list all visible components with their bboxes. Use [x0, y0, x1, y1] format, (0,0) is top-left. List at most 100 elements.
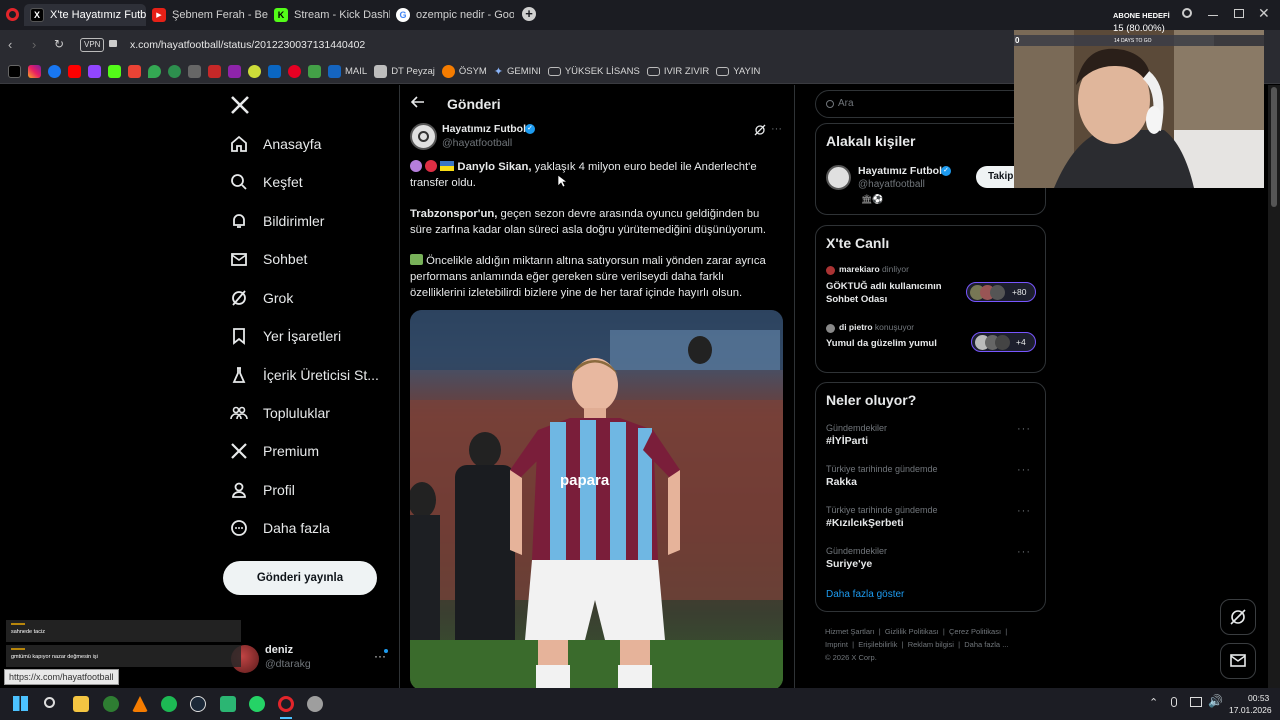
app-icon[interactable] — [220, 696, 236, 712]
reload-icon[interactable]: ↻ — [54, 37, 64, 51]
twitch-bookmark-icon[interactable] — [88, 65, 101, 78]
footer-link[interactable]: Reklam bilgisi — [908, 640, 954, 649]
post-image[interactable]: papara — [410, 310, 783, 688]
network-icon[interactable] — [1190, 697, 1202, 707]
mail-icon — [231, 253, 247, 266]
sidebar-item-communities[interactable]: Topluluklar — [229, 396, 330, 430]
space-item[interactable]: marekiaro dinliyor GÖKTUĞ adlı kullanıcı… — [826, 264, 1036, 312]
messages-floating-button[interactable] — [1220, 643, 1256, 679]
space-item[interactable]: di pietro konuşuyor Yumul da güzelim yum… — [826, 322, 1036, 362]
footer-link[interactable]: Daha fazla ... — [964, 640, 1008, 649]
tab-youtube[interactable]: ▶ Şebnem Ferah - Ben Şarkı — [146, 4, 268, 26]
url-field[interactable]: x.com/hayatfootball/status/2012230037131… — [130, 39, 365, 51]
footer-link[interactable]: Çerez Politikası — [949, 627, 1001, 636]
opera-logo-icon[interactable] — [6, 8, 19, 21]
taskbar-search-icon[interactable] — [44, 697, 55, 708]
trend-item[interactable]: Gündemdekiler #İYİParti ··· — [826, 423, 1041, 455]
back-icon[interactable]: ‹ — [8, 37, 12, 52]
steam-icon[interactable] — [190, 696, 206, 712]
sidebar-item-chat[interactable]: Sohbet — [229, 242, 307, 276]
show-more-link[interactable]: Daha fazla göster — [826, 589, 904, 600]
sidebar-item-explore[interactable]: Keşfet — [229, 165, 303, 199]
more-icon[interactable]: ··· — [1017, 423, 1031, 435]
bookmark-ivir-zivir[interactable]: IVIR ZIVIR — [646, 66, 709, 77]
tab-google[interactable]: G ozempic nedir - Google'd — [390, 4, 514, 26]
dollar-bookmark-icon[interactable] — [168, 65, 181, 78]
file-explorer-icon[interactable] — [73, 696, 89, 712]
kick-bookmark-icon[interactable] — [108, 65, 121, 78]
settings-icon[interactable] — [307, 696, 323, 712]
author-avatar[interactable] — [410, 123, 437, 150]
facebook-bookmark-icon[interactable] — [48, 65, 61, 78]
vlc-icon[interactable] — [132, 696, 148, 712]
bookmark-gemini[interactable]: ✦ GEMINI — [494, 65, 541, 78]
maps-bookmark-icon[interactable] — [148, 65, 161, 78]
pinterest-bookmark-icon[interactable] — [288, 65, 301, 78]
spotify-icon[interactable] — [161, 696, 177, 712]
grok-floating-button[interactable] — [1220, 599, 1256, 635]
bookmark-yayin[interactable]: YAYIN — [716, 66, 760, 77]
more-icon[interactable]: ··· — [1017, 505, 1031, 517]
gmail-bookmark-icon[interactable] — [128, 65, 141, 78]
sidebar-item-premium[interactable]: Premium — [229, 434, 319, 468]
sidebar-item-grok[interactable]: Grok — [229, 281, 293, 315]
related-name[interactable]: Hayatımız Futbol — [858, 165, 942, 177]
opera-taskbar-icon[interactable] — [278, 696, 294, 712]
app-bookmark-icon[interactable] — [208, 65, 221, 78]
footer-link[interactable]: Hizmet Şartları — [825, 627, 875, 636]
trend-item[interactable]: Türkiye tarihinde gündemde #KızılcıkŞerb… — [826, 505, 1041, 537]
windows-start-icon[interactable] — [13, 696, 28, 711]
bookmark-yuksek-lisans[interactable]: YÜKSEK LİSANS — [547, 66, 640, 77]
sidebar-item-more[interactable]: Daha fazla — [229, 511, 330, 545]
forward-icon[interactable]: › — [32, 37, 36, 52]
x-logo-icon[interactable] — [230, 95, 250, 115]
bookmark-osym[interactable]: ÖSYM — [441, 65, 487, 78]
instagram-bookmark-icon[interactable] — [28, 65, 41, 78]
sidebar-item-notifications[interactable]: Bildirimler — [229, 204, 324, 238]
clock-time[interactable]: 00:53 — [1248, 693, 1269, 703]
app-icon[interactable] — [103, 696, 119, 712]
new-tab-button[interactable]: + — [522, 7, 536, 21]
link-bookmark-icon[interactable] — [188, 65, 201, 78]
volume-icon[interactable]: 🔊 — [1208, 694, 1223, 708]
footer-link[interactable]: Erişilebilirlik — [858, 640, 897, 649]
more-icon[interactable]: ··· — [771, 123, 782, 135]
sidebar-item-creator-studio[interactable]: İçerik Üreticisi St... — [229, 358, 379, 392]
phone-bookmark-icon[interactable] — [308, 65, 321, 78]
post-button[interactable]: Gönderi yayınla — [223, 561, 377, 595]
whatsapp-icon[interactable] — [249, 696, 265, 712]
microphone-icon[interactable] — [1171, 697, 1177, 707]
account-switcher[interactable]: deniz @dtarakg ··· — [228, 641, 393, 681]
youtube-bookmark-icon[interactable] — [68, 65, 81, 78]
app-bookmark-icon[interactable] — [228, 65, 241, 78]
clock-date[interactable]: 17.01.2026 — [1229, 705, 1272, 715]
linkedin-bookmark-icon[interactable] — [268, 65, 281, 78]
trend-item[interactable]: Gündemdekiler Suriye'ye ··· — [826, 546, 1041, 578]
bookmark-dt-peyzaj[interactable]: DT Peyzaj — [374, 65, 435, 78]
club-name: Trabzonspor'un, — [410, 208, 498, 220]
chevron-up-icon[interactable]: ⌃ — [1149, 696, 1158, 709]
sidebar-item-bookmarks[interactable]: Yer İşaretleri — [229, 319, 341, 353]
trend-item[interactable]: Türkiye tarihinde gündemde Rakka ··· — [826, 464, 1041, 496]
footer-link[interactable]: Gizlilik Politikası — [885, 627, 939, 636]
related-avatar[interactable] — [826, 165, 851, 190]
grok-icon[interactable] — [754, 124, 766, 136]
sidebar-item-profile[interactable]: Profil — [229, 473, 295, 507]
scrollbar-thumb[interactable] — [1271, 87, 1277, 207]
more-icon[interactable]: ··· — [1017, 464, 1031, 476]
author-name[interactable]: Hayatımız Futbol — [442, 123, 526, 135]
search-box[interactable]: Ara — [815, 90, 1035, 118]
page-scrollbar[interactable] — [1268, 85, 1280, 688]
author-handle[interactable]: @hayatfootball — [442, 137, 512, 149]
trends-card: Neler oluyor? Gündemdekiler #İYİParti ··… — [815, 382, 1046, 612]
footer-link[interactable]: Imprint — [825, 640, 848, 649]
bookmark-mail[interactable]: MAIL — [328, 65, 367, 78]
tab-kick[interactable]: K Stream - Kick Dashboard — [268, 4, 390, 26]
vpn-badge[interactable]: VPN — [80, 38, 105, 52]
tab-x[interactable]: X X'te Hayatımız Futbol: " — [24, 4, 146, 26]
sidebar-item-home[interactable]: Anasayfa — [229, 127, 321, 161]
app-bookmark-icon[interactable] — [248, 65, 261, 78]
back-arrow-icon[interactable] — [411, 95, 425, 109]
x-bookmark-icon[interactable] — [8, 65, 21, 78]
more-icon[interactable]: ··· — [1017, 546, 1031, 558]
